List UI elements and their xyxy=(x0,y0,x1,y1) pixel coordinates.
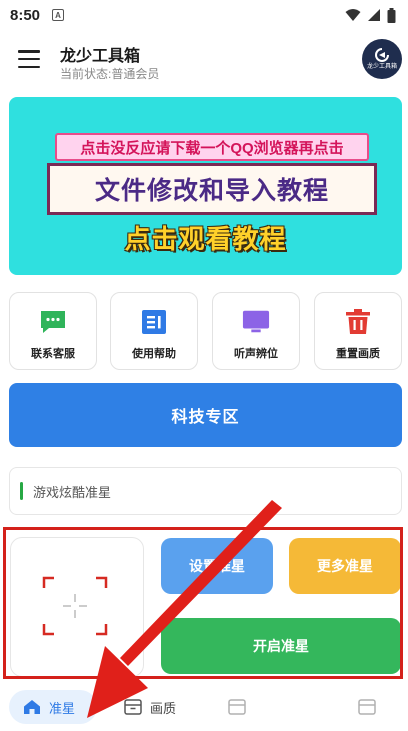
avatar-label: 龙少工具箱 xyxy=(366,64,397,70)
highlight-frame xyxy=(3,527,403,679)
trash-icon xyxy=(344,309,372,335)
avatar[interactable]: 龙少工具箱 xyxy=(362,39,402,79)
banner-main-text: 文件修改和导入教程 xyxy=(47,163,377,215)
monitor-icon xyxy=(242,309,270,335)
tech-zone-button[interactable]: 科技专区 xyxy=(9,383,402,447)
feature-label: 重置画质 xyxy=(336,348,380,360)
app-notification-icon: A xyxy=(52,9,65,21)
feature-sound-locator[interactable]: 听声辨位 xyxy=(212,292,300,370)
feature-label: 听声辨位 xyxy=(234,348,278,360)
battery-icon xyxy=(387,7,396,23)
chat-icon xyxy=(39,309,67,335)
nav-label: 画质 xyxy=(150,700,177,716)
nav-item-quality[interactable]: 画质 xyxy=(124,690,176,724)
app-title: 龙少工具箱 xyxy=(60,48,141,65)
feature-contact-support[interactable]: 联系客服 xyxy=(9,292,97,370)
membership-status: 当前状态:普通会员 xyxy=(60,67,160,81)
status-bar: 8:50 A xyxy=(0,0,408,30)
bottom-nav: 准星 画质 xyxy=(0,684,408,731)
banner-sub-text: 点击观看教程 xyxy=(124,224,287,254)
status-icons xyxy=(345,7,396,23)
section-title: 游戏炫酷准星 xyxy=(33,484,112,500)
nav-item-crosshair[interactable]: 准星 xyxy=(9,690,97,724)
status-time: 8:50 xyxy=(10,6,41,24)
nav-item-faded-1[interactable] xyxy=(228,690,246,724)
box-icon xyxy=(228,699,246,715)
document-icon xyxy=(140,309,168,335)
feature-help[interactable]: 使用帮助 xyxy=(110,292,198,370)
menu-icon[interactable] xyxy=(18,50,40,68)
nav-item-faded-2[interactable] xyxy=(358,690,376,724)
box-icon xyxy=(358,699,376,715)
signal-icon xyxy=(368,9,380,21)
nav-label: 准星 xyxy=(49,700,76,716)
logo-icon xyxy=(375,48,389,62)
wifi-icon xyxy=(345,9,361,21)
accent-bar xyxy=(20,482,23,500)
feature-reset-quality[interactable]: 重置画质 xyxy=(314,292,402,370)
tutorial-banner[interactable]: 点击没反应请下载一个QQ浏览器再点击 文件修改和导入教程 点击观看教程 xyxy=(9,97,402,275)
home-icon xyxy=(24,700,40,714)
banner-top-text: 点击没反应请下载一个QQ浏览器再点击 xyxy=(55,133,369,161)
crosshair-section-card: 游戏炫酷准星 xyxy=(9,467,402,515)
app-bar: 龙少工具箱 当前状态:普通会员 龙少工具箱 xyxy=(0,32,408,90)
feature-label: 联系客服 xyxy=(31,348,75,360)
feature-label: 使用帮助 xyxy=(132,348,176,360)
box-icon xyxy=(124,699,142,715)
